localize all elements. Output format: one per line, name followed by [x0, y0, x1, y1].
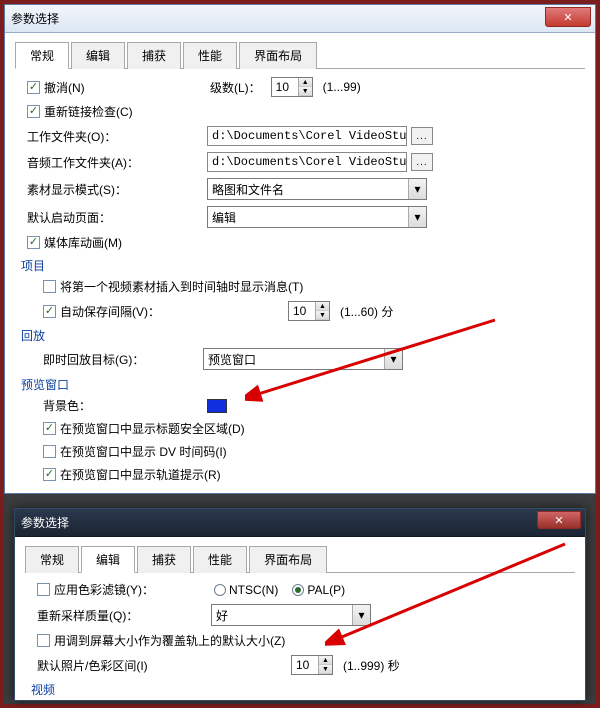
trackhint-checkbox[interactable]	[43, 468, 56, 481]
tab-performance[interactable]: 性能	[183, 42, 237, 69]
ntsc-radio[interactable]	[214, 584, 226, 596]
chevron-down-icon: ▾	[384, 349, 402, 369]
dvtimecode-checkbox[interactable]	[43, 445, 56, 458]
workdir-browse-button[interactable]: ...	[411, 127, 433, 145]
firstclip-checkbox[interactable]	[43, 280, 56, 293]
close-button[interactable]: ✕	[537, 511, 581, 529]
section-project: 项目	[21, 257, 585, 274]
window-title: 参数选择	[11, 10, 59, 27]
medialib-checkbox[interactable]	[27, 236, 40, 249]
duration-label: 默认照片/色彩区间(I)	[37, 657, 291, 674]
levels-range: (1...99)	[323, 80, 361, 94]
spinner-down-icon[interactable]: ▼	[299, 87, 312, 96]
spinner-down-icon[interactable]: ▼	[319, 665, 332, 674]
tab-edit[interactable]: 编辑	[81, 546, 135, 573]
tab-capture[interactable]: 捕获	[127, 42, 181, 69]
autosave-label: 自动保存间隔(V)：	[60, 303, 288, 320]
spinner-down-icon[interactable]: ▼	[316, 311, 329, 320]
close-button[interactable]: ✕	[545, 7, 591, 27]
tab-performance[interactable]: 性能	[193, 546, 247, 573]
safearea-checkbox[interactable]	[43, 422, 56, 435]
window-title: 参数选择	[21, 514, 69, 531]
resample-label: 重新采样质量(Q)：	[37, 607, 211, 624]
autosave-spinner[interactable]: 10 ▲▼	[288, 301, 330, 321]
overlay-checkbox[interactable]	[37, 634, 50, 647]
autosave-range: (1...60) 分	[340, 303, 393, 320]
section-video: 视频	[31, 681, 575, 698]
section-preview: 预览窗口	[21, 376, 585, 393]
pal-radio[interactable]	[292, 584, 304, 596]
section-playback: 回放	[21, 327, 585, 344]
levels-spinner[interactable]: 10 ▲▼	[271, 77, 313, 97]
pal-label: PAL(P)	[307, 583, 345, 597]
tab-edit[interactable]: 编辑	[71, 42, 125, 69]
dvtimecode-label: 在预览窗口中显示 DV 时间码(I)	[60, 443, 227, 460]
clipdisplay-dropdown[interactable]: 略图和文件名 ▾	[207, 178, 427, 200]
chevron-down-icon: ▾	[408, 179, 426, 199]
chevron-down-icon: ▾	[408, 207, 426, 227]
spinner-up-icon[interactable]: ▲	[319, 656, 332, 665]
resample-dropdown[interactable]: 好 ▾	[211, 604, 371, 626]
audiodir-label: 音频工作文件夹(A)：	[27, 154, 207, 171]
ntsc-label: NTSC(N)	[229, 583, 278, 597]
tab-general[interactable]: 常规	[25, 546, 79, 573]
startpage-label: 默认启动页面：	[27, 209, 207, 226]
playback-dropdown[interactable]: 预览窗口 ▾	[203, 348, 403, 370]
undo-label: 撤消(N)	[44, 79, 210, 96]
playback-label: 即时回放目标(G)：	[43, 351, 203, 368]
colorfilter-label: 应用色彩滤镜(Y)：	[54, 581, 214, 598]
tab-strip: 常规 编辑 捕获 性能 界面布局	[25, 545, 575, 573]
chevron-down-icon: ▾	[352, 605, 370, 625]
audiodir-browse-button[interactable]: ...	[411, 153, 433, 171]
overlay-label: 用调到屏幕大小作为覆盖轨上的默认大小(Z)	[54, 632, 285, 649]
colorfilter-checkbox[interactable]	[37, 583, 50, 596]
bgcolor-swatch[interactable]	[207, 399, 227, 413]
levels-label: 级数(L)：	[210, 79, 261, 96]
trackhint-label: 在预览窗口中显示轨道提示(R)	[60, 466, 221, 483]
tab-general[interactable]: 常规	[15, 42, 69, 69]
spinner-up-icon[interactable]: ▲	[316, 302, 329, 311]
workdir-label: 工作文件夹(O)：	[27, 128, 207, 145]
tab-capture[interactable]: 捕获	[137, 546, 191, 573]
undo-checkbox[interactable]	[27, 81, 40, 94]
audiodir-field[interactable]: d:\Documents\Corel VideoStu…	[207, 152, 407, 172]
tab-strip: 常规 编辑 捕获 性能 界面布局	[15, 41, 585, 69]
startpage-dropdown[interactable]: 编辑 ▾	[207, 206, 427, 228]
tab-layout[interactable]: 界面布局	[249, 546, 327, 573]
bgcolor-label: 背景色：	[43, 397, 203, 414]
duration-spinner[interactable]: 10 ▲▼	[291, 655, 333, 675]
clipdisplay-label: 素材显示模式(S)：	[27, 181, 207, 198]
safearea-label: 在预览窗口中显示标题安全区域(D)	[60, 420, 245, 437]
firstclip-label: 将第一个视频素材插入到时间轴时显示消息(T)	[60, 278, 303, 295]
relink-checkbox[interactable]	[27, 105, 40, 118]
duration-range: (1..999) 秒	[343, 657, 400, 674]
relink-label: 重新链接检查(C)	[44, 103, 133, 120]
medialib-label: 媒体库动画(M)	[44, 234, 122, 251]
tab-layout[interactable]: 界面布局	[239, 42, 317, 69]
workdir-field[interactable]: d:\Documents\Corel VideoStu…	[207, 126, 407, 146]
spinner-up-icon[interactable]: ▲	[299, 78, 312, 87]
autosave-checkbox[interactable]	[43, 305, 56, 318]
